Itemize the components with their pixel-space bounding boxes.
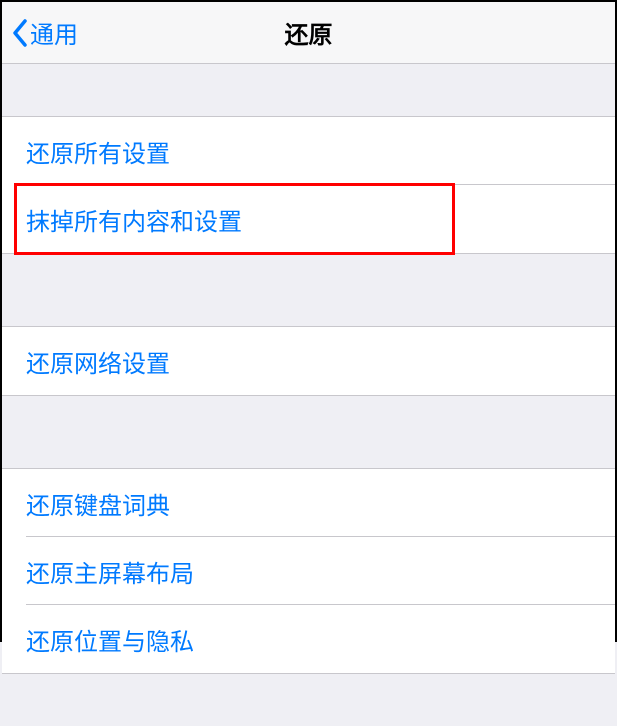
cell-label: 还原键盘词典 <box>26 486 170 521</box>
cell-label: 还原网络设置 <box>26 344 170 379</box>
back-label: 通用 <box>30 15 78 50</box>
page-title: 还原 <box>285 15 333 50</box>
reset-network-settings-cell[interactable]: 还原网络设置 <box>2 327 615 395</box>
settings-group-1: 还原所有设置 抹掉所有内容和设置 <box>2 116 615 254</box>
cell-label: 还原位置与隐私 <box>26 622 194 657</box>
back-button[interactable]: 通用 <box>2 15 78 50</box>
reset-keyboard-dict-cell[interactable]: 还原键盘词典 <box>2 469 615 537</box>
group-separator <box>2 254 615 326</box>
settings-group-2: 还原网络设置 <box>2 326 615 396</box>
cell-label: 抹掉所有内容和设置 <box>26 202 242 237</box>
reset-location-privacy-cell[interactable]: 还原位置与隐私 <box>2 605 615 673</box>
settings-group-3: 还原键盘词典 还原主屏幕布局 还原位置与隐私 <box>2 468 615 674</box>
group-separator <box>2 674 615 726</box>
group-separator <box>2 64 615 116</box>
group-separator <box>2 396 615 468</box>
navigation-bar: 通用 还原 <box>2 2 615 64</box>
cell-label: 还原主屏幕布局 <box>26 554 194 589</box>
erase-all-content-cell[interactable]: 抹掉所有内容和设置 <box>2 185 615 253</box>
chevron-left-icon <box>12 19 28 47</box>
reset-all-settings-cell[interactable]: 还原所有设置 <box>2 117 615 185</box>
cell-label: 还原所有设置 <box>26 134 170 169</box>
reset-home-layout-cell[interactable]: 还原主屏幕布局 <box>2 537 615 605</box>
